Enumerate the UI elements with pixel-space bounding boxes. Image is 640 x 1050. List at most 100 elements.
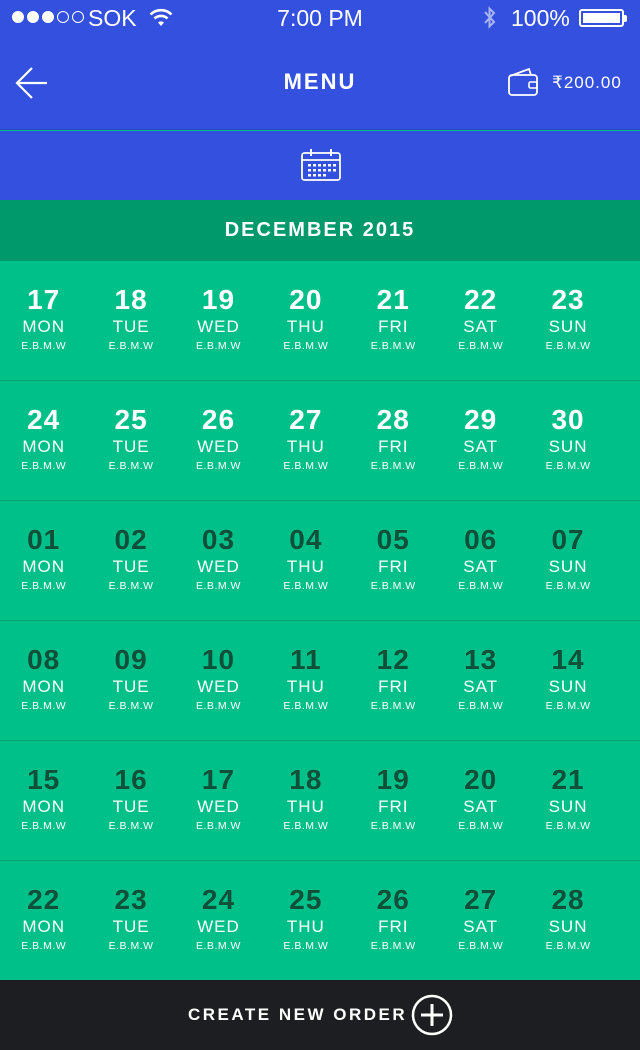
day-meals: E.B.M.W (545, 340, 591, 352)
calendar-day-fri[interactable]: 19 FRI E.B.M.W (350, 741, 437, 860)
calendar-day-fri[interactable]: 12 FRI E.B.M.W (350, 621, 437, 740)
calendar-day-wed[interactable]: 10 WED E.B.M.W (175, 621, 262, 740)
calendar-day-sat[interactable]: 20 SAT E.B.M.W (437, 741, 524, 860)
day-meals: E.B.M.W (196, 460, 241, 472)
day-name: SUN (548, 797, 588, 816)
calendar-day-sat[interactable]: 27 SAT E.B.M.W (437, 861, 524, 980)
calendar-day-fri[interactable]: 05 FRI E.B.M.W (350, 501, 437, 620)
day-number: 23 (114, 884, 148, 915)
day-name: TUE (112, 437, 150, 456)
calendar-day-fri[interactable]: 26 FRI E.B.M.W (350, 861, 437, 980)
calendar-day-wed[interactable]: 03 WED E.B.M.W (175, 501, 262, 620)
calendar-day-tue[interactable]: 02 TUE E.B.M.W (87, 501, 174, 620)
day-number: 27 (289, 404, 323, 435)
calendar-day-mon[interactable]: 17 MON E.B.M.W (0, 261, 87, 380)
day-number: 28 (551, 884, 585, 915)
calendar-day-sat[interactable]: 13 SAT E.B.M.W (437, 621, 524, 740)
day-name: WED (197, 677, 240, 696)
day-meals: E.B.M.W (21, 700, 67, 712)
calendar-day-sun[interactable]: 23 SUN E.B.M.W (524, 261, 611, 380)
day-meals: E.B.M.W (545, 820, 591, 832)
calendar-day-sun[interactable]: 21 SUN E.B.M.W (524, 741, 611, 860)
day-meals: E.B.M.W (196, 940, 241, 952)
calendar-day-sat[interactable]: 22 SAT E.B.M.W (437, 261, 524, 380)
create-new-order-button[interactable]: CREATE NEW ORDER (0, 980, 640, 1050)
calendar-day-tue[interactable]: 23 TUE E.B.M.W (87, 861, 174, 980)
day-meals: E.B.M.W (108, 700, 154, 712)
day-name: FRI (378, 317, 409, 336)
calendar-icon[interactable] (300, 148, 342, 182)
calendar-day-sat[interactable]: 29 SAT E.B.M.W (437, 381, 524, 500)
calendar-day-mon[interactable]: 01 MON E.B.M.W (0, 501, 87, 620)
day-meals: E.B.M.W (370, 820, 416, 832)
day-number: 26 (201, 404, 236, 435)
page-title: MENU (283, 69, 357, 94)
calendar-day-thu[interactable]: 27 THU E.B.M.W (262, 381, 349, 500)
day-meals: E.B.M.W (21, 340, 67, 352)
calendar-day-sun[interactable]: 07 SUN E.B.M.W (524, 501, 611, 620)
calendar-grid: 17 MON E.B.M.W 18 TUE E.B.M.W 19 WED E.B.M.W 20 TH… (0, 261, 640, 981)
day-meals: E.B.M.W (283, 460, 329, 472)
day-meals: E.B.M.W (545, 460, 591, 472)
day-name: FRI (378, 557, 409, 576)
calendar-day-mon[interactable]: 24 MON E.B.M.W (0, 381, 87, 500)
calendar-day-wed[interactable]: 26 WED E.B.M.W (175, 381, 262, 500)
calendar-day-tue[interactable]: 16 TUE E.B.M.W (87, 741, 174, 860)
calendar-day-tue[interactable]: 18 TUE E.B.M.W (87, 261, 174, 380)
day-number: 17 (201, 764, 236, 795)
calendar-day-thu[interactable]: 25 THU E.B.M.W (262, 861, 349, 980)
day-number: 25 (289, 884, 323, 915)
calendar-day-wed[interactable]: 24 WED E.B.M.W (175, 861, 262, 980)
day-number: 30 (551, 404, 585, 435)
day-name: SAT (463, 917, 499, 936)
day-meals: E.B.M.W (196, 340, 241, 352)
day-name: THU (286, 677, 325, 696)
day-meals: E.B.M.W (458, 340, 504, 352)
day-number: 19 (376, 764, 410, 795)
calendar-day-wed[interactable]: 17 WED E.B.M.W (175, 741, 262, 860)
calendar-day-mon[interactable]: 15 MON E.B.M.W (0, 741, 87, 860)
calendar-day-thu[interactable]: 11 THU E.B.M.W (262, 621, 349, 740)
day-name: SAT (463, 677, 499, 696)
day-number: 03 (201, 524, 236, 555)
day-name: MON (22, 917, 66, 936)
calendar-day-sat[interactable]: 06 SAT E.B.M.W (437, 501, 524, 620)
day-number: 27 (464, 884, 498, 915)
calendar-day-sun[interactable]: 28 SUN E.B.M.W (524, 861, 611, 980)
calendar-day-sun[interactable]: 30 SUN E.B.M.W (524, 381, 611, 500)
calendar-day-wed[interactable]: 19 WED E.B.M.W (175, 261, 262, 380)
day-number: 17 (27, 284, 61, 315)
wallet-balance[interactable]: ₹200.00 (552, 73, 622, 93)
day-meals: E.B.M.W (21, 460, 67, 472)
day-meals: E.B.M.W (545, 580, 591, 592)
day-name: TUE (112, 557, 150, 576)
day-meals: E.B.M.W (370, 940, 416, 952)
calendar-day-thu[interactable]: 18 THU E.B.M.W (262, 741, 349, 860)
day-number: 29 (464, 404, 498, 435)
day-name: WED (197, 557, 240, 576)
day-name: WED (197, 797, 240, 816)
day-number: 25 (114, 404, 148, 435)
calendar-day-tue[interactable]: 25 TUE E.B.M.W (87, 381, 174, 500)
day-number: 28 (376, 404, 410, 435)
day-number: 01 (27, 524, 61, 555)
calendar-day-thu[interactable]: 04 THU E.B.M.W (262, 501, 349, 620)
calendar-day-mon[interactable]: 08 MON E.B.M.W (0, 621, 87, 740)
day-number: 08 (27, 644, 61, 675)
day-number: 06 (464, 524, 498, 555)
calendar-day-sun[interactable]: 14 SUN E.B.M.W (524, 621, 611, 740)
calendar-day-tue[interactable]: 09 TUE E.B.M.W (87, 621, 174, 740)
day-number: 14 (551, 644, 585, 675)
day-name: TUE (112, 797, 150, 816)
calendar-day-fri[interactable]: 28 FRI E.B.M.W (350, 381, 437, 500)
day-name: WED (197, 917, 240, 936)
calendar-day-fri[interactable]: 21 FRI E.B.M.W (350, 261, 437, 380)
day-meals: E.B.M.W (196, 580, 241, 592)
battery-icon (579, 9, 627, 27)
day-number: 19 (201, 284, 236, 315)
calendar-day-thu[interactable]: 20 THU E.B.M.W (262, 261, 349, 380)
calendar-day-mon[interactable]: 22 MON E.B.M.W (0, 861, 87, 980)
day-number: 15 (27, 764, 61, 795)
wallet-icon[interactable] (507, 67, 539, 97)
day-meals: E.B.M.W (283, 820, 329, 832)
